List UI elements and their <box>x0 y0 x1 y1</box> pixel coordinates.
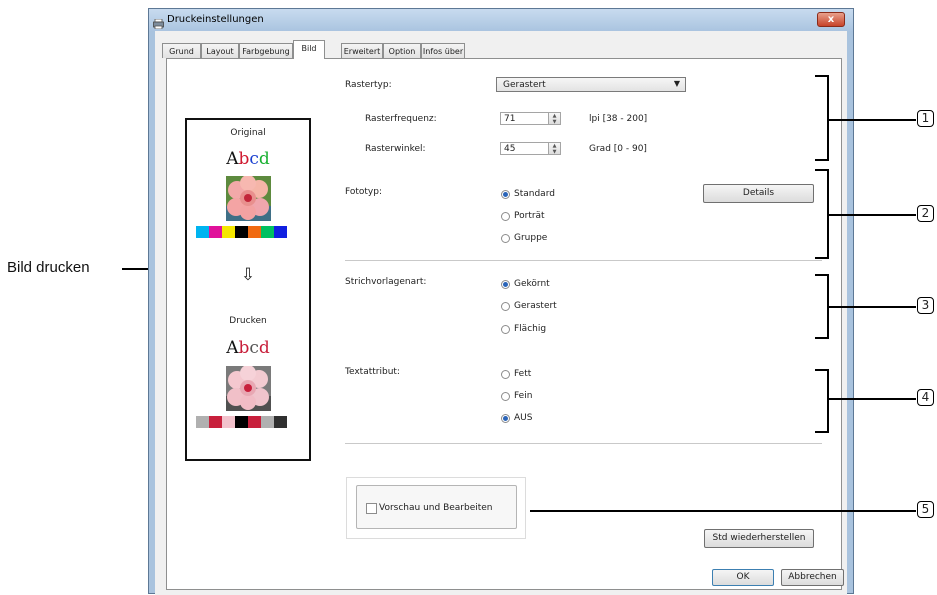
close-button[interactable]: x <box>817 12 845 27</box>
leader-2 <box>829 214 916 216</box>
swatch <box>209 416 222 428</box>
strich-gekoernt-radio[interactable] <box>501 280 510 289</box>
details-button[interactable]: Details <box>703 184 814 203</box>
dropdown-arrow-icon: ▼ <box>673 79 680 88</box>
dialog-window: Druckeinstellungen x Grund Layout Farbge… <box>148 8 854 595</box>
strichvorlagenart-label: Strichvorlagenart: <box>345 277 427 287</box>
text-fett-label[interactable]: Fett <box>514 369 531 379</box>
bracket-3 <box>815 274 829 339</box>
title-bar[interactable]: Druckeinstellungen x <box>149 9 853 31</box>
text-fein-label[interactable]: Fein <box>514 391 532 401</box>
preview-edit-checkbox[interactable] <box>366 503 377 514</box>
swatch <box>248 226 261 238</box>
rasterfrequenz-range: lpi [38 - 200] <box>589 114 648 124</box>
bracket-1 <box>815 75 829 161</box>
preview-edit-button[interactable]: Vorschau und Bearbeiten <box>356 485 517 529</box>
fototyp-standard-radio[interactable] <box>501 190 510 199</box>
swatch <box>209 226 222 238</box>
swatch <box>248 416 261 428</box>
textattribut-label: Textattribut: <box>345 367 400 377</box>
leader-5 <box>530 510 916 512</box>
print-sample-text: Abcd <box>226 338 270 358</box>
print-flower-image <box>226 365 271 411</box>
rasterwinkel-spinner[interactable]: ▲ ▼ <box>549 142 561 155</box>
original-sample-text: Abcd <box>226 149 270 169</box>
rastertyp-label: Rastertyp: <box>345 80 392 90</box>
text-aus-radio[interactable] <box>501 414 510 423</box>
strich-gerastert-radio[interactable] <box>501 302 510 311</box>
rasterwinkel-label: Rasterwinkel: <box>365 144 426 154</box>
original-color-swatches <box>196 226 302 238</box>
bracket-2 <box>815 169 829 259</box>
callout-number-1: 1 <box>917 110 934 127</box>
arrow-down-icon: ⇩ <box>240 265 256 285</box>
rasterfrequenz-spinner[interactable]: ▲ ▼ <box>549 112 561 125</box>
callout-number-2: 2 <box>917 205 934 222</box>
swatch <box>235 416 248 428</box>
fototyp-gruppe-radio[interactable] <box>501 234 510 243</box>
tab-infos[interactable]: Infos über <box>421 43 465 58</box>
original-label: Original <box>230 128 266 138</box>
swatch <box>274 416 287 428</box>
fototyp-standard-label[interactable]: Standard <box>514 189 555 199</box>
cancel-button[interactable]: Abbrechen <box>781 569 844 586</box>
strich-flaechig-radio[interactable] <box>501 325 510 334</box>
image-preview-box: Original Abcd ⇩ Drucken Abcd <box>185 118 311 461</box>
print-color-swatches <box>196 416 302 428</box>
text-fett-radio[interactable] <box>501 370 510 379</box>
leader-1 <box>829 119 916 121</box>
preview-edit-label: Vorschau und Bearbeiten <box>379 503 493 513</box>
fototyp-portrait-label[interactable]: Porträt <box>514 211 545 221</box>
tab-layout[interactable]: Layout <box>201 43 239 58</box>
text-aus-label[interactable]: AUS <box>514 413 532 423</box>
rasterwinkel-range: Grad [0 - 90] <box>589 144 647 154</box>
rastertyp-select[interactable]: Gerastert ▼ <box>496 77 686 92</box>
leader-4 <box>829 398 916 400</box>
tab-bild[interactable]: Bild <box>293 40 325 59</box>
swatch <box>261 416 274 428</box>
callout-number-5: 5 <box>917 501 934 518</box>
fototyp-portrait-radio[interactable] <box>501 212 510 221</box>
tab-farbgebung[interactable]: Farbgebung <box>239 43 293 58</box>
original-flower-image <box>226 175 271 221</box>
swatch <box>222 416 235 428</box>
swatch <box>274 226 287 238</box>
rasterwinkel-input[interactable]: 45 <box>500 142 549 155</box>
callout-number-4: 4 <box>917 389 934 406</box>
rastertyp-value: Gerastert <box>503 80 546 90</box>
swatch <box>196 416 209 428</box>
print-label: Drucken <box>229 316 267 326</box>
callout-number-3: 3 <box>917 297 934 314</box>
callout-bild-drucken: Bild drucken <box>7 259 90 276</box>
divider <box>345 443 822 444</box>
rasterfrequenz-input[interactable]: 71 <box>500 112 549 125</box>
fototyp-gruppe-label[interactable]: Gruppe <box>514 233 547 243</box>
strich-gekoernt-label[interactable]: Gekörnt <box>514 279 550 289</box>
bracket-4 <box>815 369 829 433</box>
ok-button[interactable]: OK <box>712 569 774 586</box>
strich-flaechig-label[interactable]: Flächig <box>514 324 546 334</box>
window-title: Druckeinstellungen <box>167 14 264 25</box>
leader-3 <box>829 306 916 308</box>
rasterfrequenz-label: Rasterfrequenz: <box>365 114 437 124</box>
swatch <box>222 226 235 238</box>
printer-icon <box>153 14 164 30</box>
swatch <box>261 226 274 238</box>
tab-erweitert[interactable]: Erweitert <box>341 43 383 58</box>
strich-gerastert-label[interactable]: Gerastert <box>514 301 557 311</box>
swatch <box>235 226 248 238</box>
swatch <box>196 226 209 238</box>
restore-defaults-button[interactable]: Std wiederherstellen <box>704 529 814 548</box>
divider <box>345 260 822 261</box>
tab-grund[interactable]: Grund <box>162 43 201 58</box>
fototyp-label: Fototyp: <box>345 187 382 197</box>
text-fein-radio[interactable] <box>501 392 510 401</box>
tab-option[interactable]: Option <box>383 43 421 58</box>
